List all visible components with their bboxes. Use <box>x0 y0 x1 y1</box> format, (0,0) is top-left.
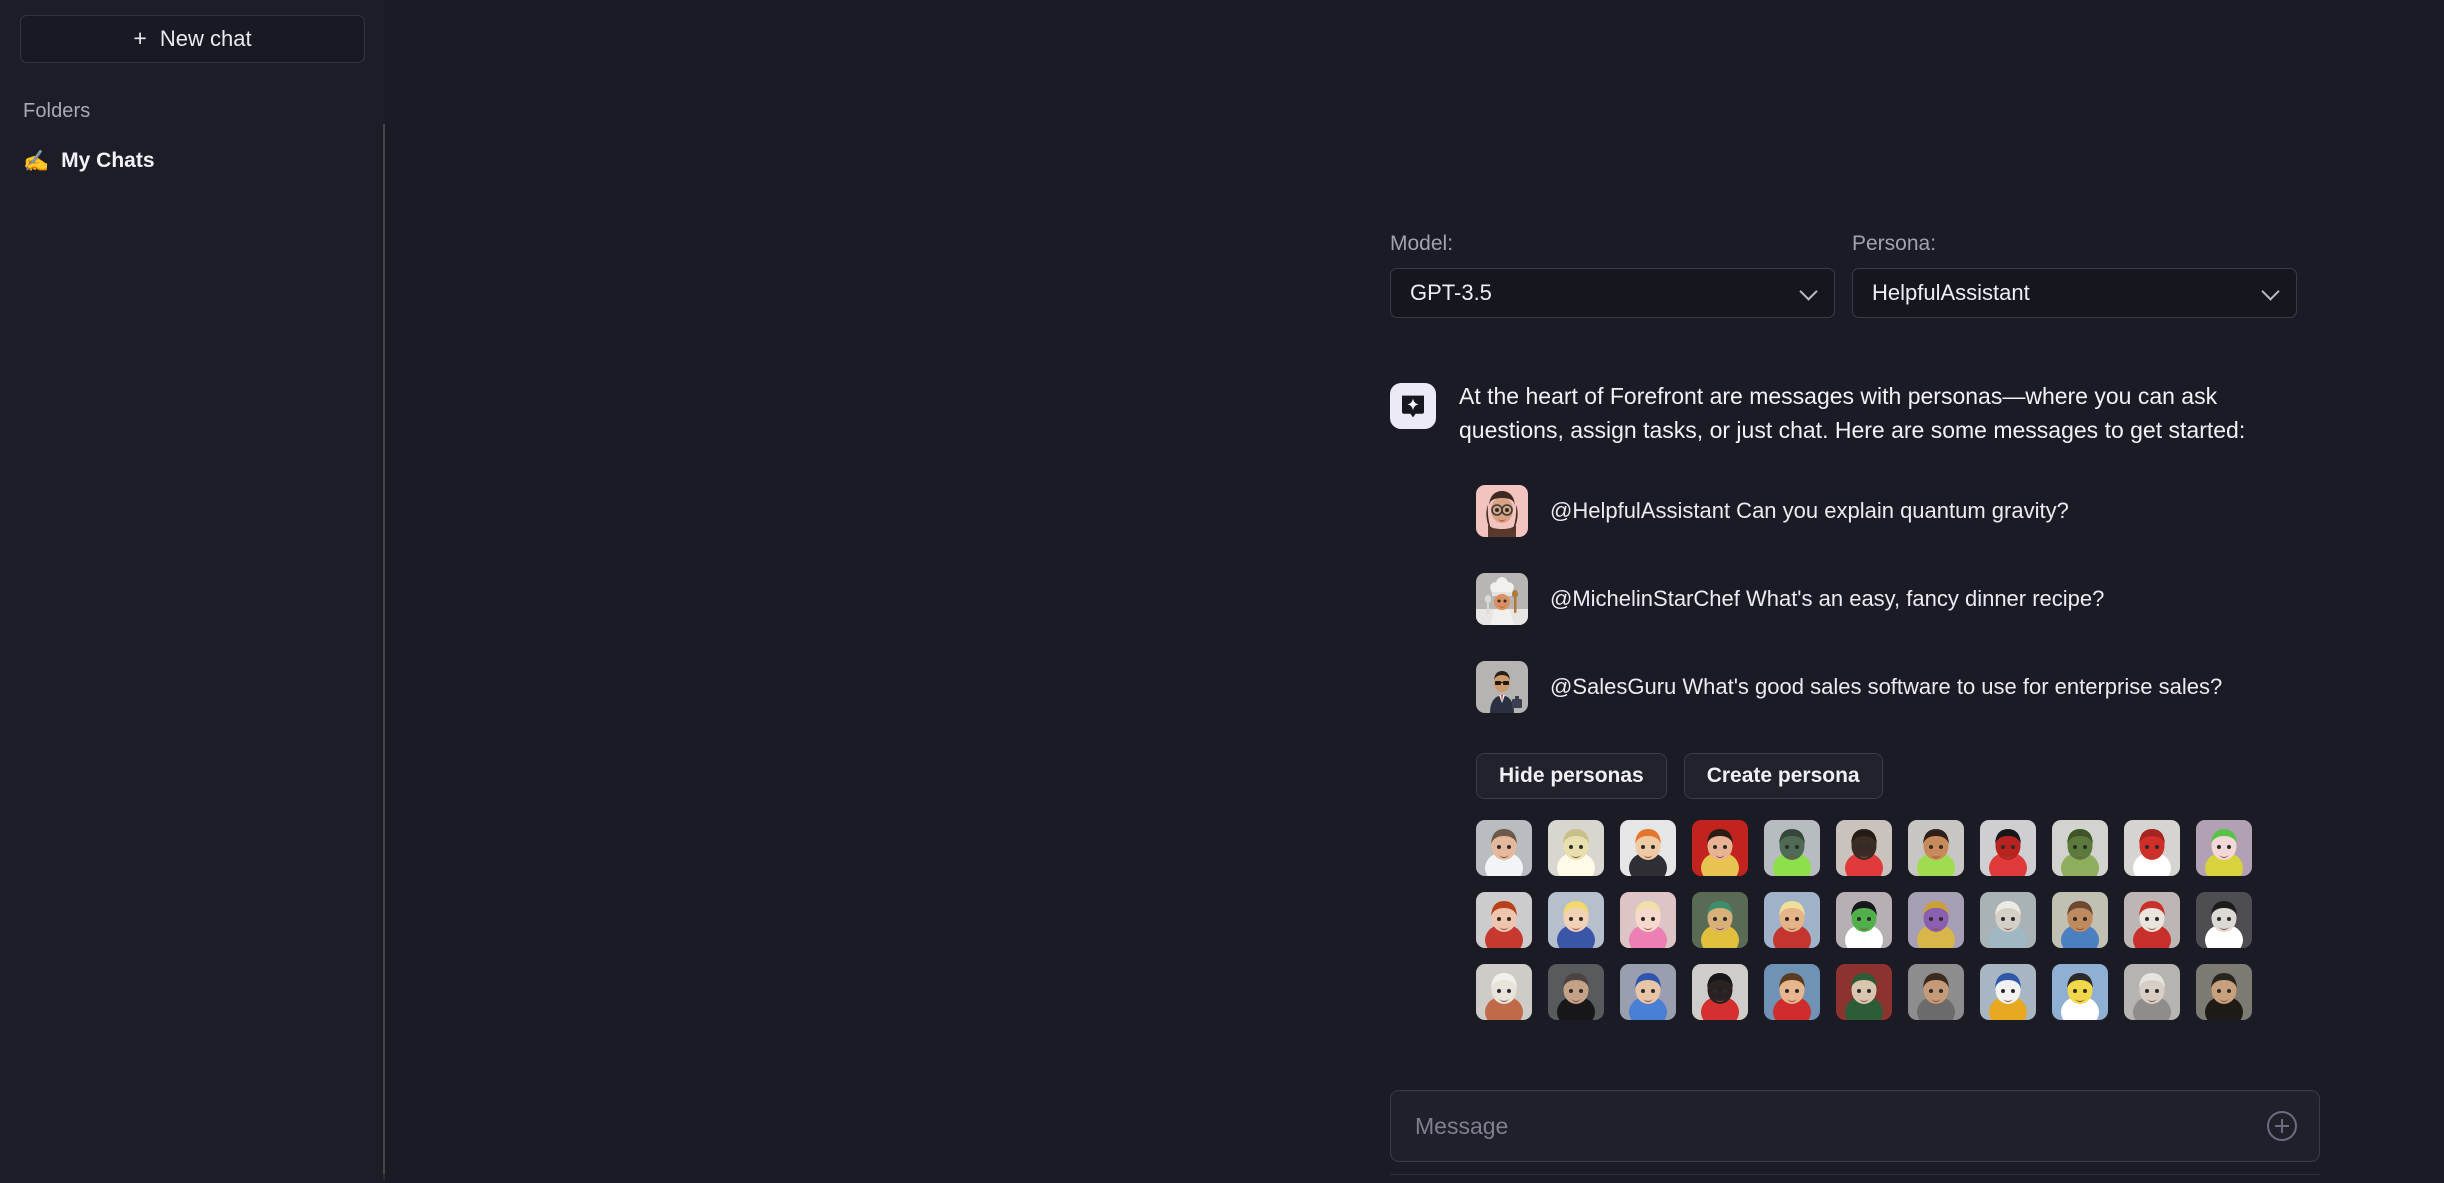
suggestion-text: @MichelinStarChef What's an easy, fancy … <box>1550 586 2104 612</box>
persona-homer-simpson[interactable] <box>2052 964 2108 1020</box>
plus-circle-icon[interactable] <box>2267 1111 2297 1141</box>
persona-label: Persona: <box>1852 232 2297 256</box>
persona-red-hat-tiger[interactable] <box>2124 892 2180 948</box>
persona-anime-blue[interactable] <box>1620 964 1676 1020</box>
plus-icon: + <box>133 27 146 50</box>
persona-einstein[interactable] <box>2124 964 2180 1020</box>
suggestion-item[interactable]: @MichelinStarChef What's an easy, fancy … <box>1476 573 2320 625</box>
suggestion-item[interactable]: @SalesGuru What's good sales software to… <box>1476 661 2320 713</box>
persona-donald-duck[interactable] <box>1980 964 2036 1020</box>
persona-horror-clown[interactable] <box>1836 964 1892 1020</box>
persona-philosopher[interactable] <box>1980 892 2036 948</box>
chevron-down-icon <box>2261 282 2279 300</box>
persona-dropdown[interactable]: HelpfulAssistant <box>1852 268 2297 318</box>
persona-politician[interactable] <box>1764 892 1820 948</box>
persona-headphones[interactable] <box>2052 892 2108 948</box>
persona-mario[interactable] <box>1764 964 1820 1020</box>
composer-divider <box>1390 1174 2320 1175</box>
avatar-helpful-assistant <box>1476 485 1528 537</box>
sidebar-item-my-chats[interactable]: ✍️ My Chats <box>20 149 365 173</box>
selector-row: Model: GPT-3.5 Persona: HelpfulAssistant <box>1390 0 2320 318</box>
folders-heading: Folders <box>20 100 365 123</box>
persona-green-alien[interactable] <box>1764 820 1820 876</box>
persona-long-hair[interactable] <box>1908 964 1964 1020</box>
persona-grid <box>1390 820 2196 1020</box>
hide-personas-button[interactable]: Hide personas <box>1476 753 1667 799</box>
center-column: Model: GPT-3.5 Persona: HelpfulAssistant <box>1390 0 2320 1020</box>
suggestion-item[interactable]: @HelpfulAssistant Can you explain quantu… <box>1476 485 2320 537</box>
persona-formal-man[interactable] <box>2196 892 2252 948</box>
persona-goat[interactable] <box>1548 820 1604 876</box>
persona-green-soldier[interactable] <box>2052 820 2108 876</box>
persona-glasses-man[interactable] <box>1548 964 1604 1020</box>
persona-selector: Persona: HelpfulAssistant <box>1852 232 2297 318</box>
suggestion-list: @HelpfulAssistant Can you explain quantu… <box>1390 485 2320 713</box>
forefront-sparkle-logo-icon <box>1390 383 1436 429</box>
model-dropdown-value: GPT-3.5 <box>1410 280 1492 306</box>
model-selector: Model: GPT-3.5 <box>1390 232 1835 318</box>
persona-chef[interactable] <box>1476 964 1532 1020</box>
persona-dropdown-value: HelpfulAssistant <box>1872 280 2030 306</box>
persona-mii-boy[interactable] <box>1620 820 1676 876</box>
composer-area: Message <box>1390 1085 2320 1183</box>
persona-elf-princess[interactable] <box>2196 820 2252 876</box>
intro-row: At the heart of Forefront are messages w… <box>1390 380 2320 447</box>
persona-wonder-woman[interactable] <box>1692 820 1748 876</box>
persona-pink-fairy[interactable] <box>1620 892 1676 948</box>
suggestion-text: @SalesGuru What's good sales software to… <box>1550 674 2222 700</box>
message-placeholder: Message <box>1415 1113 1508 1140</box>
main-content: Model: GPT-3.5 Persona: HelpfulAssistant <box>385 0 2444 1183</box>
avatar-michelin-star-chef <box>1476 573 1528 625</box>
message-input[interactable]: Message <box>1390 1090 2320 1162</box>
avatar-sales-guru <box>1476 661 1528 713</box>
persona-mustache-man[interactable] <box>2196 964 2252 1020</box>
model-dropdown[interactable]: GPT-3.5 <box>1390 268 1835 318</box>
persona-frog-gent[interactable] <box>1836 892 1892 948</box>
persona-mickey-mouse[interactable] <box>1692 964 1748 1020</box>
persona-minnie-mouse[interactable] <box>1836 820 1892 876</box>
persona-red-blob[interactable] <box>2124 820 2180 876</box>
intro-text: At the heart of Forefront are messages w… <box>1459 380 2320 447</box>
persona-redhead-woman[interactable] <box>1476 892 1532 948</box>
persona-red-hero[interactable] <box>1980 820 2036 876</box>
persona-titan[interactable] <box>1908 892 1964 948</box>
chevron-down-icon <box>1799 282 1817 300</box>
folder-icon: ✍️ <box>23 151 49 172</box>
persona-sailor-moon[interactable] <box>1548 892 1604 948</box>
persona-scientist[interactable] <box>1476 820 1532 876</box>
suggestion-text: @HelpfulAssistant Can you explain quantu… <box>1550 498 2069 524</box>
model-label: Model: <box>1390 232 1835 256</box>
sidebar: + New chat Folders ✍️ My Chats <box>0 0 385 1183</box>
persona-action-buttons: Hide personas Create persona <box>1390 753 2320 799</box>
folder-label: My Chats <box>61 149 154 173</box>
persona-athlete[interactable] <box>1908 820 1964 876</box>
new-chat-button[interactable]: + New chat <box>20 15 365 63</box>
persona-colorful-man[interactable] <box>1692 892 1748 948</box>
new-chat-label: New chat <box>160 26 252 52</box>
create-persona-button[interactable]: Create persona <box>1684 753 1883 799</box>
